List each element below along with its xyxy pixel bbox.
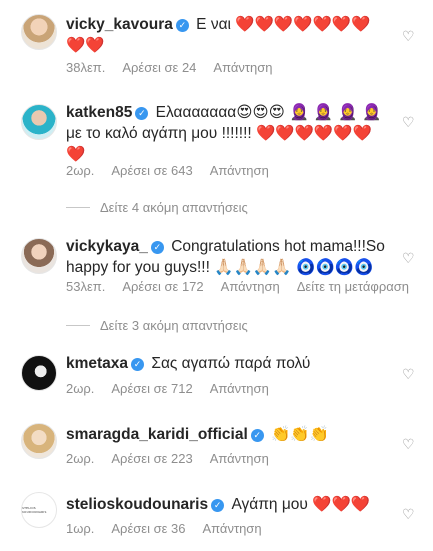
- comment-time[interactable]: 53λεπ.: [66, 279, 105, 294]
- avatar[interactable]: [21, 423, 57, 459]
- username[interactable]: vicky_kavoura: [66, 16, 173, 33]
- comment-emojis: 🙏🏻🙏🏻🙏🏻🙏🏻 🧿🧿🧿🧿: [214, 258, 374, 276]
- like-heart-icon[interactable]: ♡: [402, 116, 416, 130]
- divider-line: [66, 207, 90, 208]
- username[interactable]: stelioskoudounaris: [66, 496, 208, 513]
- divider-line: [66, 325, 90, 326]
- like-heart-icon[interactable]: ♡: [402, 252, 416, 266]
- comment-body: Σας αγαπώ παρά πολύ: [151, 355, 311, 372]
- comment-meta: 1ωρ. Αρέσει σε 36 Απάντηση: [66, 521, 279, 536]
- comment-body: Ε ναι: [196, 16, 231, 33]
- see-translation-button[interactable]: Δείτε τη μετάφραση: [297, 279, 409, 294]
- comment-time[interactable]: 2ωρ.: [66, 381, 94, 396]
- comment-meta: 2ωρ. Αρέσει σε 643 Απάντηση: [66, 163, 286, 178]
- like-heart-icon[interactable]: ♡: [402, 30, 416, 44]
- avatar[interactable]: [21, 104, 57, 140]
- reply-button[interactable]: Απάντηση: [221, 279, 280, 294]
- comment-likes[interactable]: Αρέσει σε 712: [111, 381, 192, 396]
- reply-button[interactable]: Απάντηση: [202, 521, 261, 536]
- reply-button[interactable]: Απάντηση: [210, 381, 269, 396]
- username[interactable]: vickykaya_: [66, 238, 148, 255]
- view-more-replies-button[interactable]: Δείτε 4 ακόμη απαντήσεις: [66, 200, 248, 215]
- verified-badge-icon: ✓: [150, 241, 164, 254]
- comment-body-continued: με το καλό αγάπη μου !!!!!!!: [66, 125, 252, 142]
- comment-text: stelioskoudounaris ✓ Αγάπη μου ❤️❤️❤️: [66, 494, 386, 515]
- avatar[interactable]: [21, 14, 57, 50]
- comment-likes[interactable]: Αρέσει σε 643: [111, 163, 192, 178]
- comment-text: katken85 ✓ Ελααααααα😍😍😍 🧕 🧕 🧕 🧕 με το καλ…: [66, 102, 386, 165]
- like-heart-icon[interactable]: ♡: [402, 508, 416, 522]
- username[interactable]: katken85: [66, 104, 132, 121]
- comment-likes[interactable]: Αρέσει σε 36: [111, 521, 185, 536]
- reply-button[interactable]: Απάντηση: [210, 451, 269, 466]
- comment-time[interactable]: 38λεπ.: [66, 60, 105, 75]
- verified-badge-icon: ✓: [211, 499, 225, 512]
- username[interactable]: smaragda_karidi_official: [66, 426, 248, 443]
- comment-body: Ελααααααα: [155, 104, 237, 121]
- comment-likes[interactable]: Αρέσει σε 24: [122, 60, 196, 75]
- reply-button[interactable]: Απάντηση: [210, 163, 269, 178]
- view-more-replies-label: Δείτε 4 ακόμη απαντήσεις: [100, 200, 248, 215]
- avatar[interactable]: [21, 238, 57, 274]
- comment-text: kmetaxa ✓ Σας αγαπώ παρά πολύ: [66, 354, 386, 374]
- comment-text: smaragda_karidi_official ✓ 👏👏👏: [66, 424, 386, 445]
- avatar[interactable]: [21, 355, 57, 391]
- comment-meta: 38λεπ. Αρέσει σε 24 Απάντηση: [66, 60, 290, 75]
- view-more-replies-button[interactable]: Δείτε 3 ακόμη απαντήσεις: [66, 318, 248, 333]
- reply-button[interactable]: Απάντηση: [213, 60, 272, 75]
- view-more-replies-label: Δείτε 3 ακόμη απαντήσεις: [100, 318, 248, 333]
- comment-time[interactable]: 2ωρ.: [66, 163, 94, 178]
- verified-badge-icon: ✓: [250, 429, 264, 442]
- comment-meta: 2ωρ. Αρέσει σε 712 Απάντηση: [66, 381, 286, 396]
- comment-emojis: ❤️❤️❤️: [312, 495, 371, 513]
- verified-badge-icon: ✓: [135, 107, 149, 120]
- like-heart-icon[interactable]: ♡: [402, 438, 416, 452]
- comment-body: Αγάπη μου: [231, 496, 308, 513]
- comment-likes[interactable]: Αρέσει σε 172: [122, 279, 203, 294]
- comment-time[interactable]: 1ωρ.: [66, 521, 94, 536]
- comment-text: vickykaya_ ✓ Congratulations hot mama!!!S…: [66, 237, 386, 278]
- comment-time[interactable]: 2ωρ.: [66, 451, 94, 466]
- comment-meta: 53λεπ. Αρέσει σε 172 Απάντηση Δείτε τη μετά…: [66, 279, 426, 294]
- username[interactable]: kmetaxa: [66, 355, 128, 372]
- comment-meta: 2ωρ. Αρέσει σε 223 Απάντηση: [66, 451, 286, 466]
- comment-emojis: 😍😍😍 🧕 🧕 🧕 🧕: [236, 103, 382, 121]
- comment-text: vicky_kavoura ✓ Ε ναι ❤️❤️❤️❤️❤️❤️❤️❤️❤️: [66, 14, 386, 56]
- avatar[interactable]: STELIOS KOUDOUNARIS: [21, 492, 57, 528]
- comment-likes[interactable]: Αρέσει σε 223: [111, 451, 192, 466]
- like-heart-icon[interactable]: ♡: [402, 368, 416, 382]
- verified-badge-icon: ✓: [175, 19, 189, 32]
- avatar-logo-text: STELIOS KOUDOUNARIS: [22, 506, 47, 514]
- verified-badge-icon: ✓: [131, 358, 145, 371]
- comment-emojis: 👏👏👏: [271, 425, 329, 443]
